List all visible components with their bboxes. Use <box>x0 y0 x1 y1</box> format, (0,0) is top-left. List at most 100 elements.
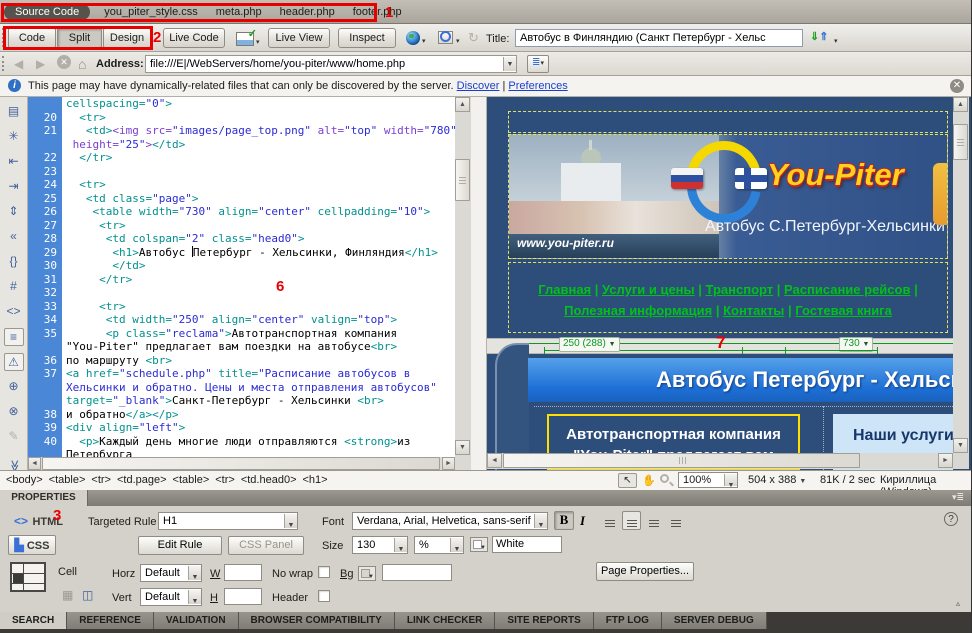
bg-input[interactable] <box>382 564 452 581</box>
preview-in-browser-icon[interactable] <box>406 31 420 45</box>
scroll-thumb[interactable] <box>42 457 440 470</box>
tag-selector-item[interactable]: <h1> <box>303 474 328 486</box>
forward-icon[interactable]: ▶ <box>36 57 45 71</box>
code-line[interactable]: 38и обратно</a></p> <box>28 408 455 422</box>
align-center-button[interactable] <box>622 511 641 530</box>
site-menu-link[interactable]: Расписание рейсов <box>784 282 910 297</box>
results-tab-reference[interactable]: REFERENCE <box>67 612 154 629</box>
tag-selector-item[interactable]: <td.page> <box>117 474 167 486</box>
live-code-button[interactable]: Live Code <box>163 28 225 48</box>
scroll-left-icon[interactable]: ◄ <box>28 457 41 470</box>
hand-tool-icon[interactable]: ✋ <box>642 474 656 487</box>
edit-rule-button[interactable]: Edit Rule <box>138 536 222 555</box>
code-line[interactable]: 23 <box>28 165 455 179</box>
code-line[interactable]: 40 <p>Каждый день многие люди отправляют… <box>28 435 455 449</box>
tag-selector-item[interactable]: <body> <box>6 474 43 486</box>
code-line[interactable]: target="_blank">Санкт-Петербург - Хельси… <box>28 394 455 408</box>
results-tab-site-reports[interactable]: SITE REPORTS <box>495 612 593 629</box>
merge-cells-icon[interactable]: ▦ <box>62 588 73 602</box>
design-horizontal-scrollbar[interactable]: ◄ ► <box>487 453 953 469</box>
page-heading-band[interactable]: Автобус Петербург - Хельсинки <box>528 358 953 402</box>
header-checkbox[interactable] <box>318 590 330 602</box>
text-color-value[interactable]: White <box>492 536 562 553</box>
align-left-button[interactable] <box>600 511 619 530</box>
w-input[interactable] <box>224 564 262 581</box>
design-vertical-scrollbar[interactable]: ▲ ▼ <box>953 97 969 453</box>
title-input[interactable] <box>515 29 803 47</box>
live-view-button[interactable]: Live View <box>268 28 330 48</box>
italic-button[interactable]: I <box>580 513 585 529</box>
file-management-dropdown-icon[interactable]: ▾ <box>834 37 838 45</box>
site-menu-link[interactable]: Гостевая книга <box>795 303 892 318</box>
magnification-select[interactable]: 100%▼ <box>678 472 738 488</box>
scroll-down-icon[interactable]: ▼ <box>455 440 470 455</box>
address-bar-grip[interactable] <box>2 56 6 71</box>
code-line[interactable]: 37<a href="schedule.php" title="Расписан… <box>28 367 455 381</box>
collapse-selection-icon[interactable]: ⇥ <box>4 178 24 196</box>
site-menu-link[interactable]: Контакты <box>723 303 784 318</box>
highlight-invalid-code-icon[interactable]: <> <box>4 303 24 321</box>
align-justify-button[interactable] <box>666 511 685 530</box>
scroll-thumb[interactable] <box>503 453 860 468</box>
validate-dropdown-icon[interactable]: ▾ <box>456 37 460 45</box>
code-vertical-scrollbar[interactable]: ▲ ▼ <box>455 97 471 470</box>
code-line[interactable]: 35 <p class="reclama">Автотранспортная к… <box>28 327 455 341</box>
results-tab-search[interactable]: SEARCH <box>0 612 67 629</box>
page-properties-button[interactable]: Page Properties... <box>596 562 694 581</box>
code-line[interactable]: "You-Piter" предлагает вам поездки на ав… <box>28 340 455 354</box>
inspect-button[interactable]: Inspect <box>338 28 396 48</box>
code-line[interactable]: 33 <tr> <box>28 300 455 314</box>
properties-tab[interactable]: PROPERTIES <box>0 490 88 506</box>
validate-markup-icon[interactable] <box>438 31 453 44</box>
align-right-button[interactable] <box>644 511 663 530</box>
code-line[interactable]: 31 </tr> <box>28 273 455 287</box>
code-line[interactable]: 29 <h1>Автобус Петербург - Хельсинки, Фи… <box>28 246 455 260</box>
tag-selector-item[interactable]: <td.head0> <box>241 474 297 486</box>
scroll-thumb[interactable] <box>953 124 968 160</box>
split-cell-icon[interactable]: ◫ <box>82 588 93 602</box>
expand-all-icon[interactable]: ⇕ <box>4 203 24 221</box>
results-tab-ftp-log[interactable]: FTP LOG <box>594 612 662 629</box>
bg-color-well[interactable]: ▼ <box>358 566 376 581</box>
browser-list-icon[interactable]: ≣▾ <box>527 55 549 73</box>
help-icon[interactable]: ? <box>944 512 958 526</box>
results-tab-server-debug[interactable]: SERVER DEBUG <box>662 612 767 629</box>
font-select[interactable]: Verdana, Arial, Helvetica, sans-serif▼ <box>352 512 548 530</box>
scroll-right-icon[interactable]: ► <box>442 457 455 470</box>
code-editor[interactable]: cellspacing="0">20 <tr>21 <td><img src="… <box>28 97 455 457</box>
word-wrap-icon[interactable]: ≡ <box>4 328 24 346</box>
zoom-tool-icon[interactable] <box>660 474 669 483</box>
file-management-icon[interactable]: ⇓⇑ <box>810 30 828 43</box>
home-icon[interactable]: ⌂ <box>78 56 86 72</box>
code-line[interactable]: cellspacing="0"> <box>28 97 455 111</box>
code-line[interactable]: Хельсинки и обратно. Цены и места отправ… <box>28 381 455 395</box>
results-tab-validation[interactable]: VALIDATION <box>154 612 239 629</box>
code-line[interactable]: 30 </td> <box>28 259 455 273</box>
tag-selector-item[interactable]: <table> <box>49 474 86 486</box>
balance-braces-icon[interactable]: {} <box>4 253 24 271</box>
discover-link[interactable]: Discover <box>457 80 500 92</box>
code-navigator-icon[interactable]: ✳ <box>4 128 24 146</box>
syntax-error-alerts-icon[interactable]: ⚠ <box>4 353 24 371</box>
tag-selector-item[interactable]: <tr> <box>91 474 111 486</box>
address-dropdown-icon[interactable]: ▼ <box>503 57 516 71</box>
bold-button[interactable]: B <box>554 511 574 530</box>
code-line[interactable]: 21 <td><img src="images/page_top.png" al… <box>28 124 455 138</box>
targeted-rule-select[interactable]: H1▼ <box>158 512 298 530</box>
code-line[interactable]: Петербурга <box>28 448 455 457</box>
open-documents-icon[interactable]: ▤ <box>4 103 24 121</box>
line-numbers-icon[interactable]: # <box>4 278 24 296</box>
filter-related-files-icon[interactable] <box>948 5 962 18</box>
preferences-link[interactable]: Preferences <box>508 80 567 92</box>
remove-comment-icon[interactable]: ⊗ <box>4 403 24 421</box>
refresh-icon[interactable]: ↻ <box>468 30 479 46</box>
panel-menu-icon[interactable]: ▾≣ <box>952 492 964 503</box>
scroll-up-icon[interactable]: ▲ <box>455 97 470 112</box>
horz-select[interactable]: Default▼ <box>140 564 202 582</box>
code-horizontal-scrollbar[interactable]: ◄ ► <box>28 457 455 470</box>
code-line[interactable]: 25 <td class="page"> <box>28 192 455 206</box>
scroll-down-icon[interactable]: ▼ <box>953 438 968 453</box>
code-line[interactable]: 28 <td colspan="2" class="head0"> <box>28 232 455 246</box>
code-line[interactable]: 24 <tr> <box>28 178 455 192</box>
site-menu-link[interactable]: Полезная информация <box>564 303 712 318</box>
